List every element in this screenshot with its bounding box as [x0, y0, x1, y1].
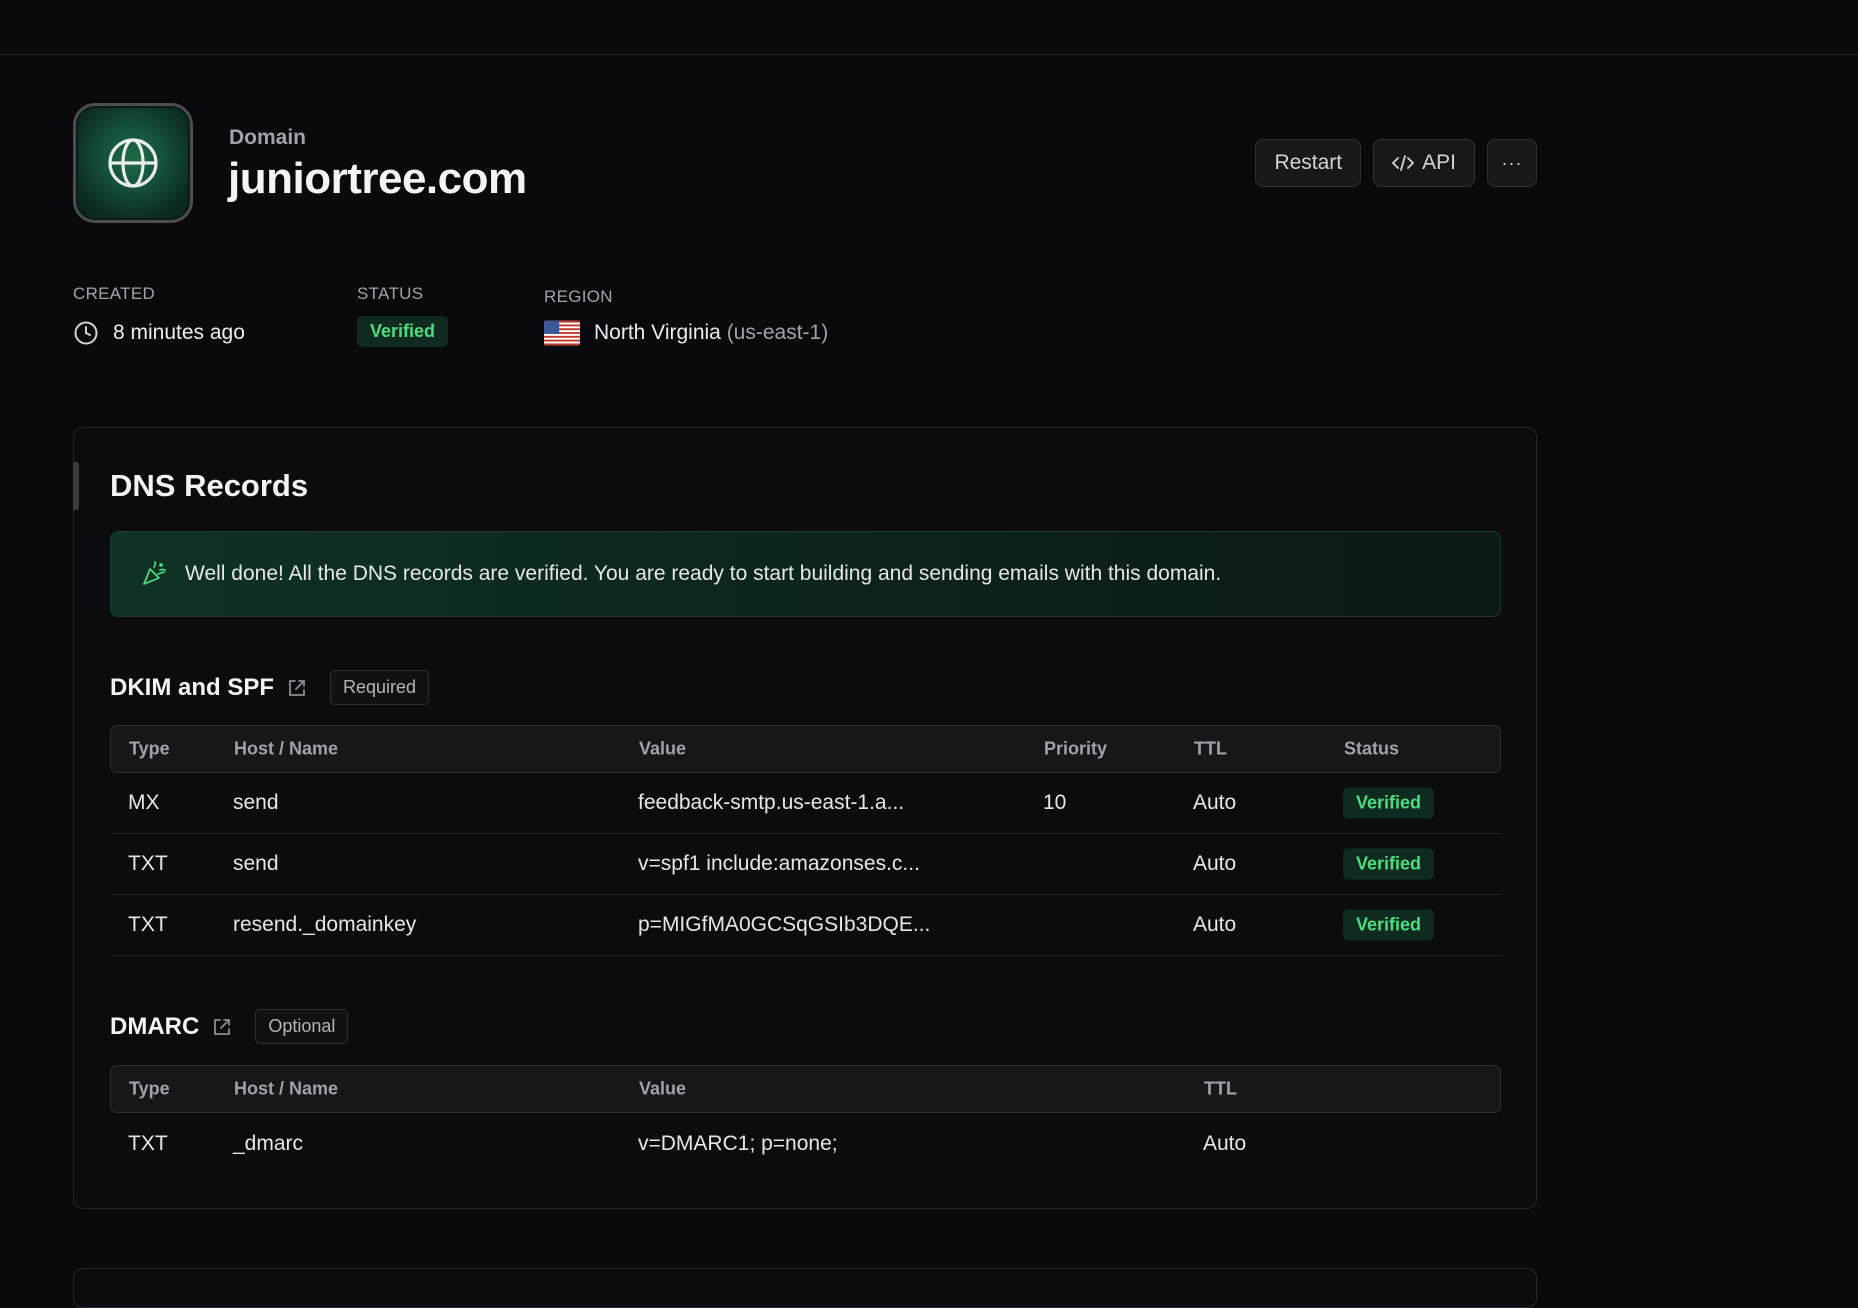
dmarc-section-header: DMARC Optional: [110, 1009, 349, 1044]
cell-type: TXT: [128, 1131, 168, 1155]
dkim-table-header: Type Host / Name Value Priority TTL Stat…: [110, 725, 1501, 773]
meta-region: REGION North Virginia (us-east-1): [544, 287, 828, 346]
api-button[interactable]: API: [1373, 139, 1475, 187]
restart-button[interactable]: Restart: [1255, 139, 1362, 187]
page-title: juniortree.com: [228, 154, 527, 203]
table-row[interactable]: MX send feedback-smtp.us-east-1.a... 10 …: [110, 773, 1501, 834]
dmarc-section-title: DMARC: [110, 1012, 200, 1040]
created-value: 8 minutes ago: [113, 321, 245, 344]
cell-type: MX: [128, 791, 160, 814]
cell-value[interactable]: p=MIGfMA0GCSqGSIb3DQE...: [638, 913, 930, 937]
cell-host[interactable]: send: [233, 852, 279, 876]
region-code: (us-east-1): [726, 321, 829, 344]
col-host: Host / Name: [234, 738, 339, 759]
col-value: Value: [639, 738, 687, 759]
status-badge: Verified: [357, 316, 449, 347]
external-link-icon[interactable]: [211, 1016, 233, 1038]
dmarc-table: Type Host / Name Value TTL TXT _dmarc v=…: [110, 1065, 1501, 1174]
required-tag: Required: [330, 670, 430, 705]
cell-value[interactable]: v=spf1 include:amazonses.c...: [638, 852, 920, 876]
more-options-button[interactable]: ···: [1487, 139, 1537, 187]
col-type: Type: [129, 738, 170, 759]
cell-host[interactable]: resend._domainkey: [233, 913, 416, 937]
dmarc-table-header: Type Host / Name Value TTL: [110, 1065, 1501, 1113]
globe-icon: [73, 103, 193, 223]
dkim-table: Type Host / Name Value Priority TTL Stat…: [110, 725, 1501, 956]
region-label: REGION: [544, 287, 613, 306]
optional-tag: Optional: [255, 1009, 349, 1044]
cell-ttl: Auto: [1193, 913, 1237, 936]
dkim-section-title: DKIM and SPF: [110, 673, 275, 701]
card-accent: [73, 462, 79, 510]
dns-records-card: DNS Records Well done! All the DNS recor…: [73, 427, 1537, 1209]
cell-priority: 10: [1043, 791, 1067, 814]
col-priority: Priority: [1044, 738, 1108, 759]
meta-status: STATUS Verified: [357, 284, 449, 347]
next-card: [73, 1268, 1537, 1308]
verified-alert: Well done! All the DNS records are verif…: [110, 531, 1501, 617]
created-label: CREATED: [73, 284, 156, 303]
restart-label: Restart: [1274, 151, 1343, 174]
us-flag-icon: [544, 320, 580, 346]
cell-type: TXT: [128, 913, 168, 936]
col-ttl: TTL: [1194, 738, 1227, 759]
dns-records-title: DNS Records: [110, 468, 309, 503]
col-ttl: TTL: [1204, 1078, 1237, 1099]
cell-host[interactable]: _dmarc: [233, 1132, 303, 1156]
status-badge: Verified: [1343, 909, 1435, 941]
col-status: Status: [1344, 738, 1400, 759]
col-host: Host / Name: [234, 1078, 339, 1099]
code-icon: [1392, 155, 1415, 171]
meta-created: CREATED 8 minutes ago: [73, 284, 245, 346]
verified-alert-text: Well done! All the DNS records are verif…: [185, 562, 1222, 585]
header-actions: Restart API ···: [1255, 139, 1537, 187]
external-link-icon[interactable]: [286, 677, 308, 699]
table-row[interactable]: TXT resend._domainkey p=MIGfMA0GCSqGSIb3…: [110, 895, 1501, 956]
ellipsis-icon: ···: [1501, 152, 1523, 173]
status-label: STATUS: [357, 284, 424, 303]
top-bar: [0, 0, 1858, 55]
cell-ttl: Auto: [1193, 852, 1237, 875]
cell-host[interactable]: send: [233, 791, 279, 815]
col-value: Value: [639, 1078, 687, 1099]
party-popper-icon: [143, 561, 166, 585]
cell-type: TXT: [128, 852, 168, 875]
cell-value[interactable]: v=DMARC1; p=none;: [638, 1132, 838, 1156]
cell-ttl: Auto: [1193, 791, 1237, 814]
col-type: Type: [129, 1078, 170, 1099]
region-name: North Virginia: [594, 321, 721, 344]
status-badge: Verified: [1343, 848, 1435, 880]
table-row[interactable]: TXT _dmarc v=DMARC1; p=none; Auto: [110, 1113, 1501, 1174]
clock-icon: [74, 321, 98, 345]
cell-ttl: Auto: [1203, 1131, 1247, 1155]
cell-value[interactable]: feedback-smtp.us-east-1.a...: [638, 791, 904, 815]
table-row[interactable]: TXT send v=spf1 include:amazonses.c... A…: [110, 834, 1501, 895]
page-kicker: Domain: [229, 126, 307, 149]
status-badge: Verified: [1343, 787, 1435, 819]
dkim-section-header: DKIM and SPF Required: [110, 670, 430, 705]
api-label: API: [1422, 151, 1456, 174]
